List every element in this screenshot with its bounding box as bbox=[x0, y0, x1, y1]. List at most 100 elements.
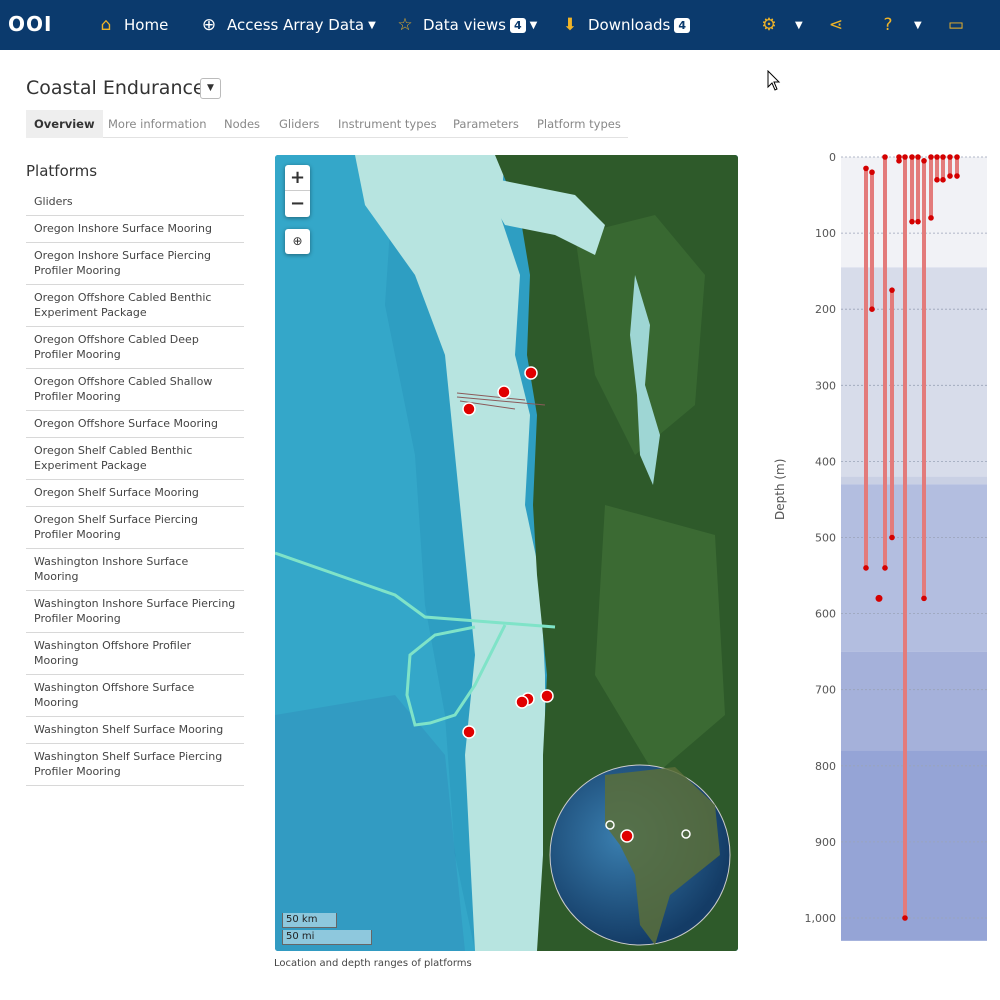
star-icon: ☆ bbox=[397, 15, 413, 35]
depth-range-bottom bbox=[934, 177, 940, 183]
nav-share[interactable]: ⋖ bbox=[827, 0, 854, 50]
globe-marker bbox=[620, 829, 634, 843]
dataviews-count-badge: 4 bbox=[509, 17, 526, 33]
platform-item[interactable]: Washington Inshore Surface Mooring bbox=[26, 549, 244, 591]
platform-marker[interactable] bbox=[515, 695, 529, 709]
home-icon: ⌂ bbox=[100, 15, 112, 35]
download-icon: ⬇ bbox=[562, 15, 578, 35]
depth-range-top bbox=[915, 154, 921, 160]
nav-downloads[interactable]: ⬇ Downloads 4 bbox=[561, 0, 691, 50]
platform-item[interactable]: Oregon Offshore Cabled Benthic Experimen… bbox=[26, 285, 244, 327]
chevron-down-icon: ▼ bbox=[368, 19, 376, 31]
nav-access-array-data[interactable]: ⊕ Access Array Data ▼ bbox=[200, 0, 376, 50]
platform-map[interactable]: + − ⊕ 50 km 50 mi bbox=[275, 155, 738, 951]
nav-home-label: Home bbox=[124, 16, 169, 34]
depth-range-bottom bbox=[947, 173, 953, 179]
inset-globe[interactable] bbox=[549, 764, 731, 946]
nav-settings[interactable]: ⚙ ▼ bbox=[760, 0, 802, 50]
page-title: Coastal Endurance bbox=[26, 77, 205, 99]
platform-item[interactable]: Oregon Offshore Surface Mooring bbox=[26, 411, 244, 438]
title-dropdown-button[interactable]: ▼ bbox=[200, 78, 221, 99]
platform-marker[interactable] bbox=[540, 689, 554, 703]
depth-point bbox=[875, 594, 883, 602]
depth-band bbox=[841, 651, 987, 751]
depth-range-top bbox=[882, 154, 888, 160]
zoom-in-button[interactable]: + bbox=[285, 165, 310, 191]
y-tick-label: 600 bbox=[815, 608, 836, 621]
nav-help[interactable]: ? ▼ bbox=[879, 0, 922, 50]
y-tick-label: 900 bbox=[815, 836, 836, 849]
help-icon: ? bbox=[883, 15, 893, 35]
platform-item[interactable]: Washington Offshore Profiler Mooring bbox=[26, 633, 244, 675]
nav-access-label: Access Array Data bbox=[227, 16, 365, 34]
tab-more-information[interactable]: More information bbox=[108, 110, 207, 138]
platform-marker[interactable] bbox=[462, 402, 476, 416]
y-tick-label: 300 bbox=[815, 379, 836, 392]
tab-instrument-types[interactable]: Instrument types bbox=[338, 110, 437, 138]
platform-item[interactable]: Gliders bbox=[26, 189, 244, 216]
platform-marker[interactable] bbox=[462, 725, 476, 739]
y-tick-label: 500 bbox=[815, 532, 836, 545]
platform-item[interactable]: Oregon Offshore Cabled Deep Profiler Moo… bbox=[26, 327, 244, 369]
chat-icon: ▭ bbox=[947, 15, 965, 35]
y-tick-label: 700 bbox=[815, 684, 836, 697]
depth-range-bottom bbox=[921, 595, 927, 602]
depth-range-top bbox=[954, 154, 960, 160]
y-tick-label: 800 bbox=[815, 760, 836, 773]
depth-axis-label: Depth (m) bbox=[773, 458, 787, 520]
nav-chat[interactable]: ▭ bbox=[947, 0, 974, 50]
tab-bar: Overview More information Nodes Gliders … bbox=[26, 110, 628, 138]
depth-band bbox=[841, 484, 987, 652]
platform-marker[interactable] bbox=[497, 385, 511, 399]
platform-marker[interactable] bbox=[524, 366, 538, 380]
depth-band bbox=[841, 476, 987, 485]
depth-range-bottom bbox=[869, 306, 875, 312]
share-icon: ⋖ bbox=[828, 15, 844, 35]
map-canvas bbox=[275, 155, 738, 951]
tab-platform-types[interactable]: Platform types bbox=[537, 110, 621, 138]
platform-item[interactable]: Oregon Inshore Surface Piercing Profiler… bbox=[26, 243, 244, 285]
zoom-out-button[interactable]: − bbox=[285, 191, 310, 217]
map-caption: Location and depth ranges of platforms bbox=[274, 958, 472, 969]
platform-item[interactable]: Washington Inshore Surface Piercing Prof… bbox=[26, 591, 244, 633]
mouse-cursor-icon bbox=[767, 70, 781, 91]
depth-range-chart: 0 100 200 300 400 500 600 700 800 900 1,000 bbox=[805, 151, 987, 941]
depth-band bbox=[841, 267, 987, 477]
nav-downloads-label: Downloads bbox=[588, 16, 671, 34]
depth-range-bottom bbox=[928, 215, 934, 221]
box-zoom-button[interactable]: ⊕ bbox=[285, 229, 310, 254]
depth-range-bottom bbox=[909, 218, 915, 225]
top-navbar: OOI ⌂ Home ⊕ Access Array Data ▼ ☆ Data … bbox=[0, 0, 1000, 50]
tab-parameters[interactable]: Parameters bbox=[453, 110, 519, 138]
tab-nodes[interactable]: Nodes bbox=[224, 110, 260, 138]
nav-dataviews-label: Data views bbox=[423, 16, 506, 34]
depth-range-bottom bbox=[889, 534, 895, 541]
platform-item[interactable]: Oregon Shelf Surface Piercing Profiler M… bbox=[26, 507, 244, 549]
tab-gliders[interactable]: Gliders bbox=[279, 110, 319, 138]
chevron-down-icon: ▼ bbox=[914, 19, 922, 31]
downloads-count-badge: 4 bbox=[674, 17, 691, 33]
platform-item[interactable]: Washington Offshore Surface Mooring bbox=[26, 675, 244, 717]
tab-overview[interactable]: Overview bbox=[26, 110, 103, 138]
depth-range-bottom bbox=[896, 158, 902, 164]
nav-home[interactable]: ⌂ Home bbox=[97, 0, 169, 50]
scale-bar-mi: 50 mi bbox=[282, 930, 372, 945]
platform-item[interactable]: Oregon Inshore Surface Mooring bbox=[26, 216, 244, 243]
platform-item[interactable]: Oregon Offshore Cabled Shallow Profiler … bbox=[26, 369, 244, 411]
platform-item[interactable]: Oregon Shelf Surface Mooring bbox=[26, 480, 244, 507]
depth-band bbox=[841, 750, 987, 941]
depth-range-top bbox=[863, 165, 869, 172]
chevron-down-icon: ▼ bbox=[529, 19, 538, 31]
ooi-logo[interactable]: OOI bbox=[8, 12, 52, 36]
platform-item[interactable]: Washington Shelf Surface Mooring bbox=[26, 717, 244, 744]
platform-item[interactable]: Washington Shelf Surface Piercing Profil… bbox=[26, 744, 244, 786]
nav-data-views[interactable]: ☆ Data views 4 ▼ bbox=[396, 0, 537, 50]
y-tick-label: 0 bbox=[829, 151, 836, 164]
depth-range-top bbox=[934, 154, 940, 160]
y-tick-label: 1,000 bbox=[805, 912, 837, 925]
depth-range-bottom bbox=[902, 915, 908, 921]
platform-list: Gliders Oregon Inshore Surface Mooring O… bbox=[26, 189, 244, 786]
platform-item[interactable]: Oregon Shelf Cabled Benthic Experiment P… bbox=[26, 438, 244, 480]
globe-icon: ⊕ bbox=[201, 15, 217, 35]
depth-range-top bbox=[869, 169, 875, 176]
